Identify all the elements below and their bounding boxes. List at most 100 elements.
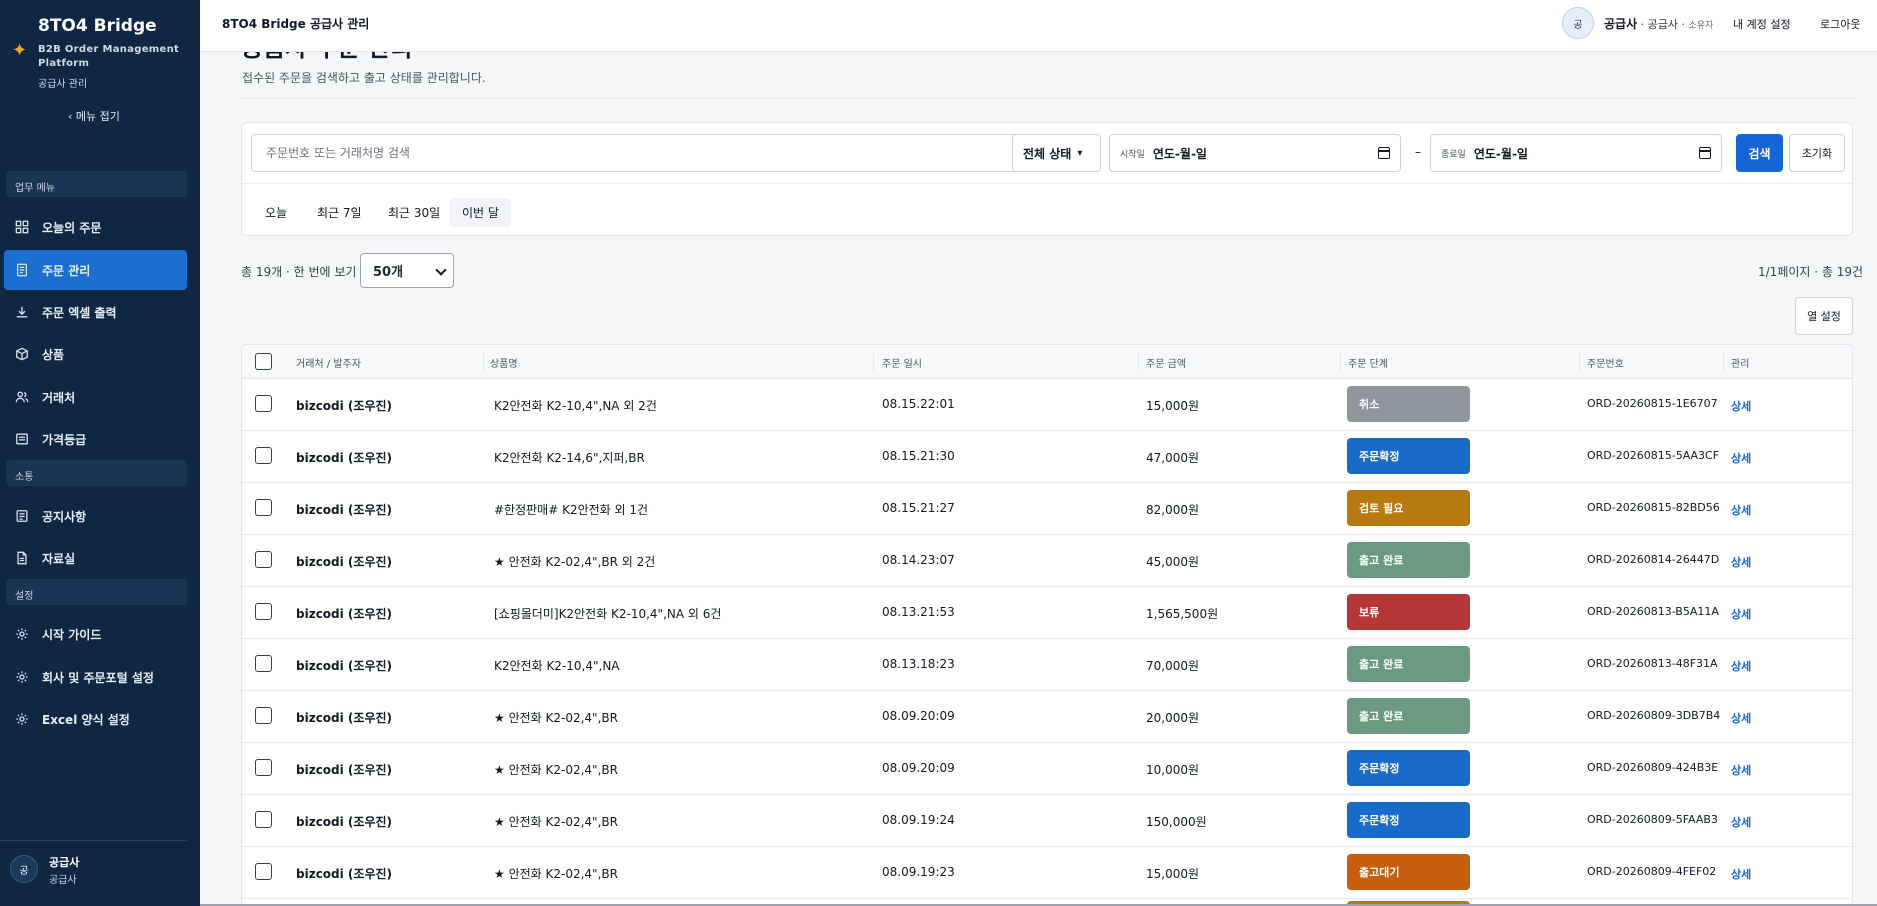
row-checkbox[interactable]: [255, 551, 272, 568]
sidebar-item-company-settings[interactable]: 회사 및 주문포털 설정: [4, 657, 187, 697]
cell-customer: bizcodi (조우진): [296, 503, 393, 517]
sidebar-item-notices[interactable]: 공지사항: [4, 496, 187, 536]
quick-range-30days[interactable]: 최근 30일: [376, 198, 452, 227]
sidebar-item-excel-export[interactable]: 주문 엑셀 출력: [4, 292, 187, 332]
topbar-title: 8TO4 Bridge 공급사 관리: [222, 17, 370, 31]
avatar[interactable]: 공: [1562, 7, 1594, 39]
calendar-icon[interactable]: [1699, 147, 1711, 159]
quick-range-this-month[interactable]: 이번 달: [450, 198, 511, 227]
cell-product: ★ 안전화 K2-02,4",BR: [494, 763, 618, 777]
detail-link[interactable]: 상세: [1731, 450, 1751, 466]
topbar: 8TO4 Bridge 공급사 관리 공 공급사 · 공급사 · 소유자 내 계…: [200, 0, 1877, 52]
cell-product: [쇼핑몰더미]K2안전화 K2-10,4",NA 외 6건: [494, 607, 722, 621]
detail-link[interactable]: 상세: [1731, 710, 1751, 726]
sidebar-item-products[interactable]: 상품: [4, 334, 187, 374]
status-badge: 출고 완료: [1347, 542, 1470, 578]
status-badge: 검토 필요: [1347, 490, 1470, 526]
user-role: 공급사: [49, 875, 77, 886]
status-badge: 주문확정: [1347, 750, 1470, 786]
status-select[interactable]: 전체 상태 ▾: [1012, 134, 1101, 172]
cell-customer: bizcodi (조우진): [296, 659, 393, 673]
table-row[interactable]: bizcodi (조우진) ★ 안전화 K2-02,4",BR 08.09.20:0…: [242, 743, 1852, 795]
sidebar-item-order-management[interactable]: 주문 관리: [4, 250, 187, 290]
row-checkbox[interactable]: [255, 863, 272, 880]
row-checkbox[interactable]: [255, 759, 272, 776]
column-divider: [1723, 353, 1724, 371]
row-checkbox[interactable]: [255, 499, 272, 516]
sidebar-item-resources[interactable]: 자료실: [4, 538, 187, 578]
search-button[interactable]: 검색: [1736, 134, 1783, 172]
table-row[interactable]: bizcodi (조우진) ★ 안전화 K2-02,4",BR 08.09.20:0…: [242, 691, 1852, 743]
column-divider: [1340, 353, 1341, 371]
sidebar-item-excel-format[interactable]: Excel 양식 설정: [4, 699, 187, 739]
table-row[interactable]: bizcodi (조우진) #한정판매# K2안전화 외 1건 08.15.21:2…: [242, 483, 1852, 535]
row-checkbox[interactable]: [255, 707, 272, 724]
header-customer: 거래처 / 발주자: [296, 359, 361, 370]
per-page-select[interactable]: 50개: [360, 253, 454, 288]
cell-customer: bizcodi (조우진): [296, 763, 393, 777]
cell-order-date: 08.09.19:24: [882, 813, 955, 827]
end-date-field[interactable]: 종료일 연도-월-일: [1430, 134, 1722, 172]
cell-product: #한정판매# K2안전화 외 1건: [494, 503, 649, 517]
search-input[interactable]: [251, 134, 1046, 172]
cell-customer: bizcodi (조우진): [296, 399, 393, 413]
reset-button[interactable]: 초기화: [1789, 134, 1845, 172]
chevron-down-icon: [435, 264, 447, 276]
start-date-field[interactable]: 시작일 연도-월-일: [1109, 134, 1401, 172]
row-checkbox[interactable]: [255, 811, 272, 828]
detail-link[interactable]: 상세: [1731, 398, 1751, 414]
quick-range-today[interactable]: 오늘: [253, 198, 299, 227]
cell-customer: bizcodi (조우진): [296, 607, 393, 621]
cell-order-date: 08.09.20:09: [882, 709, 955, 723]
cell-customer: bizcodi (조우진): [296, 451, 393, 465]
detail-link[interactable]: 상세: [1731, 658, 1751, 674]
header-order-number: 주문번호: [1587, 359, 1624, 370]
document-icon: [14, 262, 30, 278]
account-settings-link[interactable]: 내 계정 설정: [1733, 16, 1791, 32]
user-name: 공급사: [49, 856, 80, 869]
row-checkbox[interactable]: [255, 603, 272, 620]
table-row[interactable]: bizcodi (조우진) K2안전화 K2-10,4",NA 08.13.18:2…: [242, 639, 1852, 691]
cell-order-date: 08.09.20:09: [882, 761, 955, 775]
sidebar-item-price-grades[interactable]: 가격등급: [4, 419, 187, 459]
result-summary: 총 19개 · 한 번에 보기: [241, 265, 357, 279]
detail-link[interactable]: 상세: [1731, 866, 1751, 882]
table-row[interactable]: bizcodi (조우진) ★ 안전화 K2-02,4",BR 08.09.19:2…: [242, 847, 1852, 899]
table-row[interactable]: bizcodi (조우진) ★ 안전화 K2-02,4",BR 외 2건 08.14…: [242, 535, 1852, 587]
table-row[interactable]: bizcodi (조우진) [쇼핑몰더미]K2안전화 K2-10,4",NA 외 …: [242, 587, 1852, 639]
cell-amount: 1,565,500원: [1146, 607, 1219, 621]
detail-link[interactable]: 상세: [1731, 502, 1751, 518]
header-status: 주문 단계: [1348, 359, 1388, 370]
filter-panel: 전체 상태 ▾ 시작일 연도-월-일 – 종료일 연도-월-일 검색 초기화 오…: [241, 122, 1853, 236]
row-checkbox[interactable]: [255, 447, 272, 464]
sidebar-item-today-orders[interactable]: 오늘의 주문: [4, 207, 187, 247]
row-checkbox[interactable]: [255, 395, 272, 412]
box-icon: [14, 346, 30, 362]
cell-amount: 10,000원: [1146, 763, 1200, 777]
calendar-icon[interactable]: [1378, 147, 1390, 159]
sidebar-item-customers[interactable]: 거래처: [4, 377, 187, 417]
column-settings-button[interactable]: 열 설정: [1795, 297, 1853, 335]
detail-link[interactable]: 상세: [1731, 606, 1751, 622]
cell-customer: bizcodi (조우진): [296, 711, 393, 725]
gear-icon: [14, 626, 30, 642]
file-icon: [14, 550, 30, 566]
sidebar-user[interactable]: 공 공급사 공급사: [10, 852, 190, 892]
table-row[interactable]: bizcodi (조우진) K2안전화 K2-10,4",NA 외 2건 08.15…: [242, 379, 1852, 431]
sidebar-item-start-guide[interactable]: 시작 가이드: [4, 614, 187, 654]
detail-link[interactable]: 상세: [1731, 762, 1751, 778]
detail-link[interactable]: 상세: [1731, 814, 1751, 830]
logout-link[interactable]: 로그아웃: [1820, 16, 1860, 32]
gear-icon: [14, 669, 30, 685]
row-checkbox[interactable]: [255, 655, 272, 672]
table-row[interactable]: bizcodi (조우진) K2안전화 K2-14,6",지퍼,BR 08.15.2…: [242, 431, 1852, 483]
table-row[interactable]: bizcodi (조우진) ★ 안전화 K2-02,4",BR 08.09.19:2…: [242, 795, 1852, 847]
collapse-menu-button[interactable]: ‹ 메뉴 접기: [68, 108, 120, 124]
users-icon: [14, 389, 30, 405]
select-all-checkbox[interactable]: [255, 353, 272, 370]
cell-amount: 20,000원: [1146, 711, 1200, 725]
quick-range-7days[interactable]: 최근 7일: [305, 198, 374, 227]
section-label-communication: 소통: [6, 460, 187, 486]
detail-link[interactable]: 상세: [1731, 554, 1751, 570]
header-amount: 주문 금액: [1146, 359, 1186, 370]
